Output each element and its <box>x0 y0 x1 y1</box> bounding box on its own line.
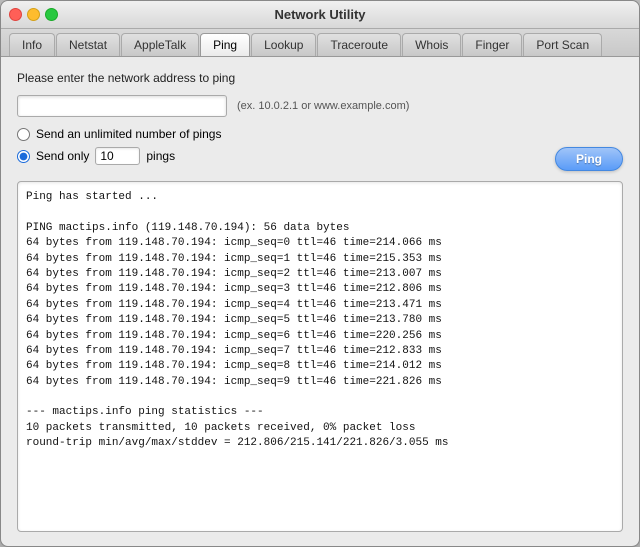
tab-whois[interactable]: Whois <box>402 33 461 56</box>
tabs-bar: Info Netstat AppleTalk Ping Lookup Trace… <box>1 29 639 57</box>
title-bar: Network Utility <box>1 1 639 29</box>
close-button[interactable] <box>9 8 22 21</box>
tab-info[interactable]: Info <box>9 33 55 56</box>
tab-portscan[interactable]: Port Scan <box>523 33 602 56</box>
tab-appletalk[interactable]: AppleTalk <box>121 33 199 56</box>
ping-button-row: Ping <box>17 147 623 171</box>
address-row: (ex. 10.0.2.1 or www.example.com) <box>17 95 623 117</box>
unlimited-radio[interactable] <box>17 128 30 141</box>
tab-traceroute[interactable]: Traceroute <box>317 33 401 56</box>
address-input[interactable] <box>17 95 227 117</box>
window-title: Network Utility <box>274 7 365 22</box>
address-hint: (ex. 10.0.2.1 or www.example.com) <box>237 100 409 112</box>
tab-netstat[interactable]: Netstat <box>56 33 120 56</box>
ping-content: Please enter the network address to ping… <box>1 57 639 546</box>
ping-output: Ping has started ... PING mactips.info (… <box>17 181 623 532</box>
tab-lookup[interactable]: Lookup <box>251 33 316 56</box>
tab-finger[interactable]: Finger <box>462 33 522 56</box>
address-label: Please enter the network address to ping <box>17 71 623 85</box>
tab-ping[interactable]: Ping <box>200 33 250 56</box>
main-window: Network Utility Info Netstat AppleTalk P… <box>0 0 640 547</box>
window-controls <box>9 8 58 21</box>
unlimited-label: Send an unlimited number of pings <box>36 127 221 141</box>
maximize-button[interactable] <box>45 8 58 21</box>
unlimited-radio-row: Send an unlimited number of pings <box>17 127 623 141</box>
minimize-button[interactable] <box>27 8 40 21</box>
ping-button[interactable]: Ping <box>555 147 623 171</box>
